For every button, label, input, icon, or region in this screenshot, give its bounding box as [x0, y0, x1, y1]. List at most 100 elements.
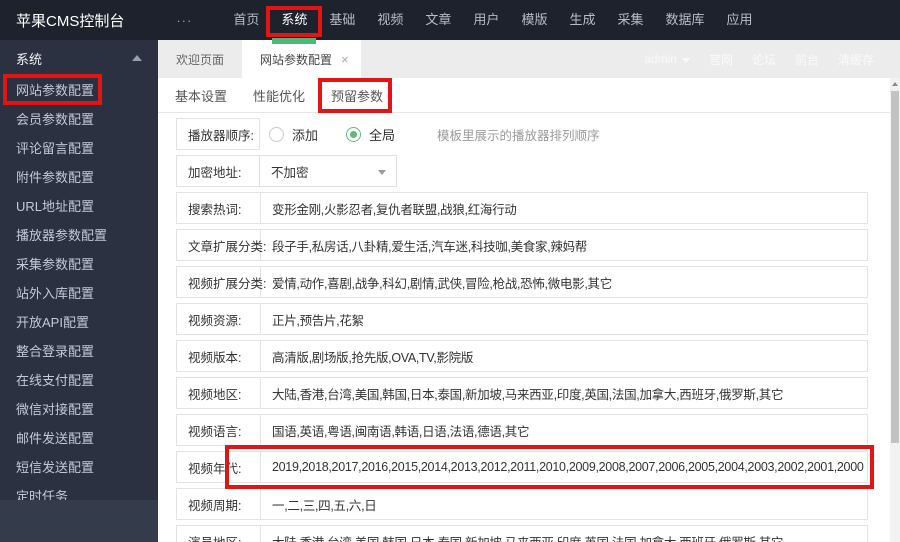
form-row-article-ext-categories: 文章扩展分类: 段子手,私房话,八卦精,爱生活,汽车迷,科技咖,美食家,辣妈帮 [176, 229, 868, 261]
subtab-performance[interactable]: 性能优化 [253, 86, 305, 105]
more-menu-icon[interactable]: ··· [176, 13, 192, 28]
field-input-article-ext-categories[interactable]: 段子手,私房话,八卦精,爱生活,汽车迷,科技咖,美食家,辣妈帮 [261, 230, 867, 260]
caret-down-icon [681, 58, 690, 63]
app-title: 苹果CMS控制台 [16, 12, 125, 30]
radio-option-全局[interactable]: 全局 [346, 125, 395, 144]
field-label: 视频周期: [177, 489, 261, 519]
nav-item-user[interactable]: 用户 [462, 0, 510, 40]
form-row-video-versions: 视频版本: 高清版,剧场版,抢先版,OVA,TV,影院版 [176, 340, 868, 372]
nav-item-database[interactable]: 数据库 [654, 0, 715, 40]
sidebar-item-player-params[interactable]: 播放器参数配置 [0, 221, 158, 250]
sidebar-item-integrated-login[interactable]: 整合登录配置 [0, 337, 158, 366]
form-row-player-order: 播放器顺序: 添加 全局 模板里展示的播放器排列顺序 [176, 118, 868, 150]
field-group-video-ext-categories: 视频扩展分类: 爱情,动作,喜剧,战争,科幻,剧情,武侠,冒险,枪战,恐怖,微电影… [176, 266, 868, 298]
tab-welcome[interactable]: 欢迎页面 [158, 40, 242, 78]
sidebar-item-attachment-params[interactable]: 附件参数配置 [0, 163, 158, 192]
field-input-video-versions[interactable]: 高清版,剧场版,抢先版,OVA,TV,影院版 [261, 341, 867, 371]
nav-item-home[interactable]: 首页 [222, 0, 270, 40]
tab-site-params[interactable]: 网站参数配置 × [242, 40, 361, 78]
field-input-video-weekdays[interactable]: 一,二,三,四,五,六,日 [261, 489, 867, 519]
field-group-video-weekdays: 视频周期: 一,二,三,四,五,六,日 [176, 488, 868, 520]
nav-item-app[interactable]: 应用 [716, 0, 764, 40]
radio-label: 全局 [369, 127, 396, 143]
header-link-1[interactable]: 论坛 [752, 51, 776, 68]
active-nav-underline [272, 38, 317, 44]
field-input-video-resources[interactable]: 正片,预告片,花絮 [261, 304, 867, 334]
field-group-video-resources: 视频资源: 正片,预告片,花絮 [176, 303, 868, 335]
field-input-video-areas[interactable]: 大陆,香港,台湾,美国,韩国,日本,泰国,新加坡,马来西亚,印度,英国,法国,加… [261, 378, 867, 408]
field-group-video-areas: 视频地区: 大陆,香港,台湾,美国,韩国,日本,泰国,新加坡,马来西亚,印度,英国… [176, 377, 868, 409]
header-link-3[interactable]: 清缓存 [838, 51, 874, 68]
sidebar-footer-area [0, 500, 158, 542]
radio-dot [350, 130, 358, 138]
form-row-hot-search-words: 搜索热词: 变形金刚,火影忍者,复仇者联盟,战狼,红海行动 [176, 192, 868, 224]
field-label: 播放器顺序: [176, 118, 260, 150]
field-label: 视频扩展分类: [177, 267, 266, 297]
sidebar-item-wechat[interactable]: 微信对接配置 [0, 395, 158, 424]
tab-bar: 欢迎页面 网站参数配置 × admin 官网 论坛 前台 清缓存 [158, 40, 900, 78]
field-input-hot-search-words[interactable]: 变形金刚,火影忍者,复仇者联盟,战狼,红海行动 [261, 193, 867, 223]
field-input-video-languages[interactable]: 国语,英语,粤语,闽南语,韩语,日语,法语,德语,其它 [261, 415, 867, 445]
field-hint: 模板里展示的播放器排列顺序 [437, 128, 600, 143]
field-group-hot-search-words: 搜索热词: 变形金刚,火影忍者,复仇者联盟,战狼,红海行动 [176, 192, 868, 224]
scrollbar-thumb[interactable] [891, 91, 899, 443]
subtab-reserved-params[interactable]: 预留参数 [318, 77, 393, 113]
header-user-links: admin 官网 论坛 前台 清缓存 [644, 40, 874, 78]
sidebar-item-url-params[interactable]: URL地址配置 [0, 192, 158, 221]
nav-item-article[interactable]: 文章 [414, 0, 462, 40]
scrollbar[interactable] [890, 78, 900, 542]
sidebar-item-member-params[interactable]: 会员参数配置 [0, 105, 158, 134]
field-label: 文章扩展分类: [177, 230, 266, 260]
sidebar-group-system[interactable]: 系统 [0, 40, 158, 76]
close-icon[interactable]: × [341, 52, 349, 67]
sidebar: 系统 网站参数配置 会员参数配置 评论留言配置 附件参数配置 URL地址配置 播放器参数配… [0, 40, 158, 542]
sidebar-item-comment-params[interactable]: 评论留言配置 [0, 134, 158, 163]
sidebar-group-label: 系统 [16, 51, 43, 67]
radio-checked-icon [346, 126, 362, 142]
field-input-video-years[interactable]: 2019,2018,2017,2016,2015,2014,2013,2012,… [261, 452, 867, 482]
field-group-video-years: 视频年代: 2019,2018,2017,2016,2015,2014,2013,… [176, 445, 874, 489]
caret-up-icon [892, 82, 898, 86]
form-row-video-languages: 视频语言: 国语,英语,粤语,闽南语,韩语,日语,法语,德语,其它 [176, 414, 868, 446]
sidebar-menu: 网站参数配置 会员参数配置 评论留言配置 附件参数配置 URL地址配置 播放器参数配置 采集… [0, 74, 158, 511]
select-encrypt-url[interactable]: 不加密 [259, 155, 397, 187]
sidebar-item-sms-send[interactable]: 短信发送配置 [0, 453, 158, 482]
radio-label: 添加 [292, 127, 319, 143]
field-input-video-ext-categories[interactable]: 爱情,动作,喜剧,战争,科幻,剧情,武侠,冒险,枪战,恐怖,微电影,其它 [261, 267, 867, 297]
sidebar-item-site-params[interactable]: 网站参数配置 [0, 74, 158, 105]
caret-down-icon [378, 170, 386, 175]
open-tabs: 欢迎页面 网站参数配置 × [158, 40, 361, 78]
radio-group-player-order: 添加 全局 [269, 118, 395, 150]
sidebar-item-email-send[interactable]: 邮件发送配置 [0, 424, 158, 453]
sidebar-item-external-import[interactable]: 站外入库配置 [0, 279, 158, 308]
sidebar-item-collect-params[interactable]: 采集参数配置 [0, 250, 158, 279]
radio-unchecked-icon [269, 126, 284, 142]
user-menu-admin[interactable]: admin [644, 52, 690, 66]
nav-item-template[interactable]: 模版 [510, 0, 558, 40]
nav-item-collect[interactable]: 采集 [606, 0, 654, 40]
scroll-up-button[interactable] [890, 78, 900, 90]
radio-option-添加[interactable]: 添加 [269, 125, 318, 144]
field-input-actor-areas[interactable]: 大陆,香港,台湾,美国,韩国,日本,泰国,新加坡,马来西亚,印度,英国,法国,加… [261, 526, 867, 542]
field-group-actor-areas: 演员地区:大陆,香港,台湾,美国,韩国,日本,泰国,新加坡,马来西亚,印度,英国… [176, 525, 868, 542]
annotation-box [318, 77, 393, 113]
subtab-basic-settings[interactable]: 基本设置 [175, 86, 227, 105]
top-navigation: 首页 系统 基础 视频 文章 用户 模版 生成 采集 数据库 应用 [222, 0, 764, 44]
field-label: 视频地区: [177, 378, 261, 408]
nav-item-system[interactable]: 系统 [266, 0, 323, 44]
annotation-box [3, 74, 102, 105]
field-label: 加密地址: [176, 155, 260, 187]
field-label: 视频年代: [177, 452, 261, 482]
nav-item-basic[interactable]: 基础 [318, 0, 366, 40]
nav-item-generate[interactable]: 生成 [558, 0, 606, 40]
field-label: 演员地区: [177, 526, 261, 542]
form-row-video-years: 视频年代: 2019,2018,2017,2016,2015,2014,2013,… [176, 445, 874, 489]
sidebar-item-open-api[interactable]: 开放API配置 [0, 308, 158, 337]
nav-item-video[interactable]: 视频 [366, 0, 414, 40]
header-link-0[interactable]: 官网 [709, 51, 733, 68]
field-label: 视频版本: [177, 341, 261, 371]
header-link-2[interactable]: 前台 [795, 51, 819, 68]
settings-subtabs: 基本设置 性能优化 预留参数 [158, 77, 900, 113]
sidebar-item-online-payment[interactable]: 在线支付配置 [0, 366, 158, 395]
caret-up-icon[interactable] [132, 55, 142, 61]
